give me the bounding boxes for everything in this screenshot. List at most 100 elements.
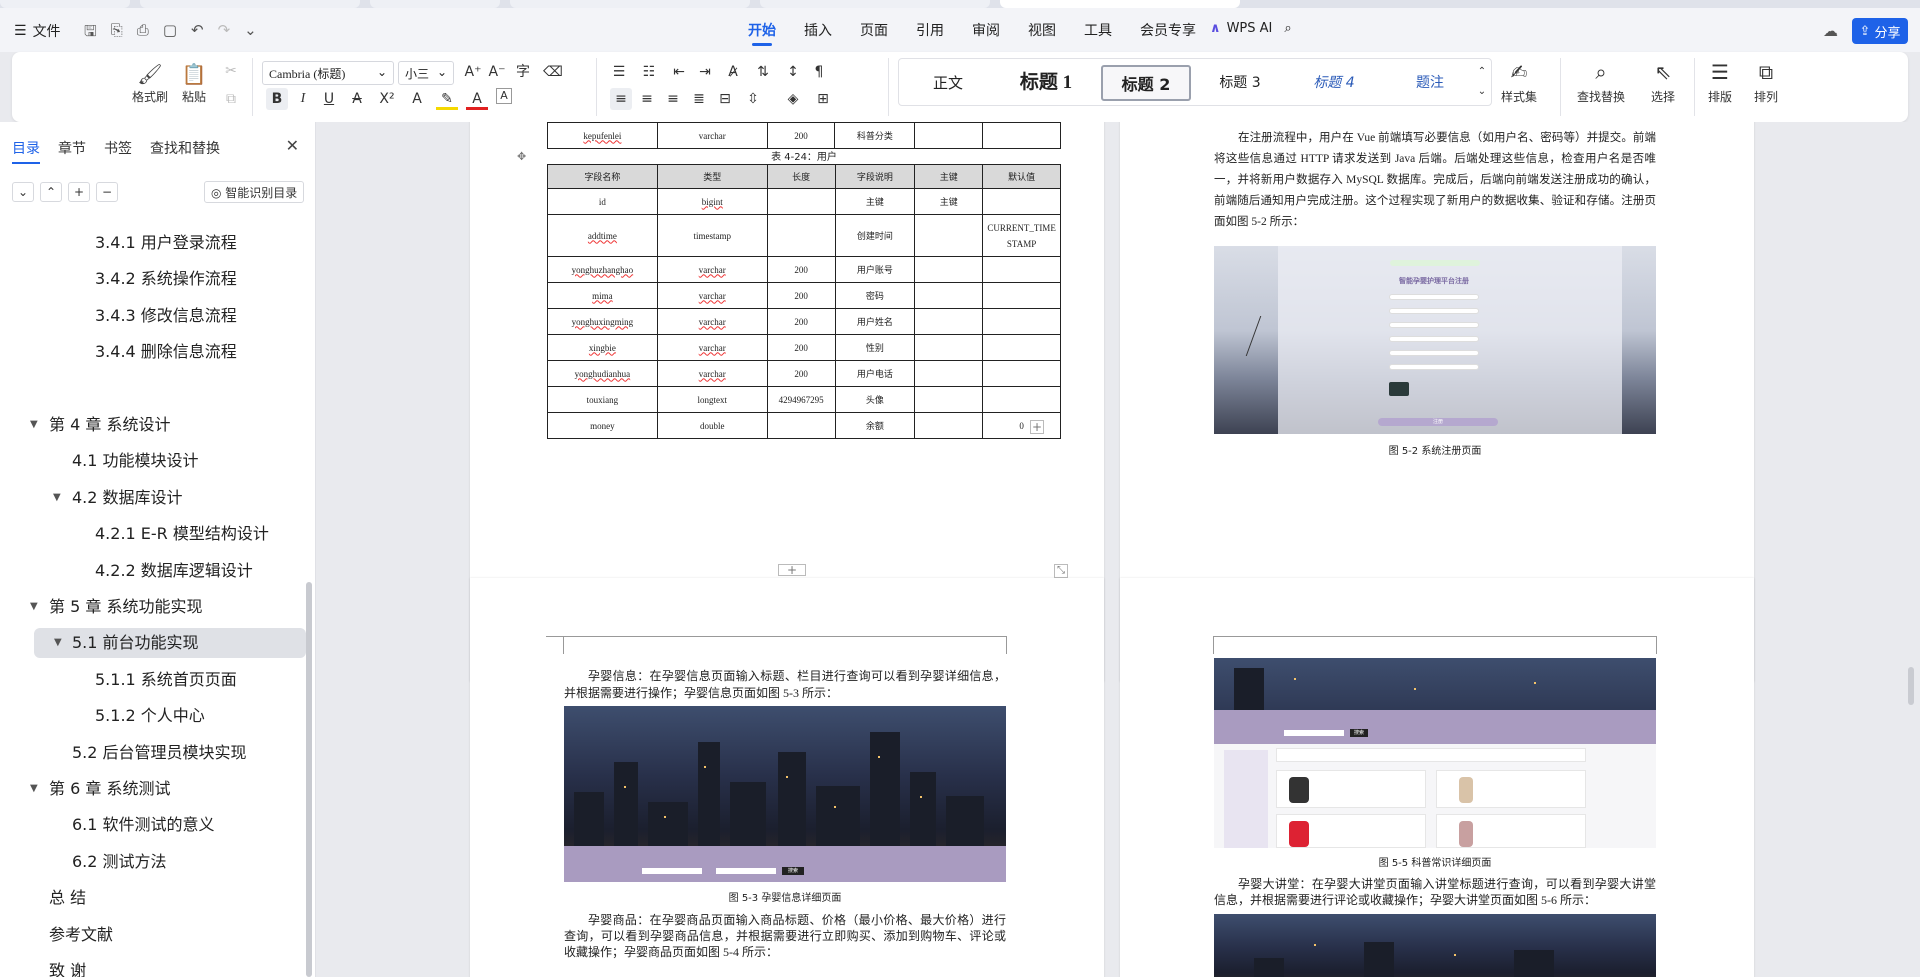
expand-arrow-icon[interactable]: ▼: [53, 483, 61, 513]
browser-tab[interactable]: [760, 0, 990, 8]
style-set-button[interactable]: ✍ 样式集: [1488, 60, 1550, 105]
toc-item[interactable]: 4.2.2 数据库逻辑设计: [0, 556, 304, 586]
toc-item[interactable]: 3.4.2 系统操作流程: [0, 264, 304, 294]
char-border-icon[interactable]: A: [496, 88, 512, 104]
show-marks-icon[interactable]: ¶: [808, 61, 830, 83]
expand-arrow-icon[interactable]: ▼: [30, 410, 38, 440]
tab-bookmarks[interactable]: 书签: [104, 138, 132, 158]
document-scrollbar[interactable]: [1908, 667, 1914, 705]
toc-item[interactable]: 致 谢: [0, 956, 304, 977]
font-color-icon[interactable]: A: [466, 88, 488, 110]
style-heading-4[interactable]: 标题 4: [1289, 65, 1379, 101]
toc-item[interactable]: 参考文献: [0, 920, 304, 950]
sidebar-scrollbar[interactable]: [306, 582, 312, 977]
menu-review[interactable]: 审阅: [958, 20, 1014, 46]
toc-item[interactable]: ▼ 第 6 章 系统测试: [0, 774, 304, 804]
phonetic-icon[interactable]: 字: [512, 61, 534, 83]
decrease-font-icon[interactable]: A⁻: [486, 61, 508, 83]
save-icon[interactable]: 🖫: [84, 21, 97, 46]
chevron-down-icon[interactable]: ⌄: [244, 21, 257, 46]
redo-icon[interactable]: ↷: [218, 21, 231, 46]
paragraph-spacing-icon[interactable]: ⇳: [742, 88, 764, 110]
increase-font-icon[interactable]: A⁺: [462, 61, 484, 83]
bullet-list-icon[interactable]: ☰: [608, 61, 630, 83]
print-preview-icon[interactable]: ▢: [163, 21, 177, 46]
italic-icon[interactable]: I: [292, 88, 314, 110]
menu-start[interactable]: 开始: [734, 20, 790, 46]
add-column-icon[interactable]: +: [1030, 420, 1044, 434]
toc-item[interactable]: 4.1 功能模块设计: [0, 446, 304, 476]
browser-tab[interactable]: [140, 0, 360, 8]
toc-item[interactable]: 4.2.1 E-R 模型结构设计: [0, 519, 304, 549]
toc-item[interactable]: 5.2 后台管理员模块实现: [0, 738, 304, 768]
borders-icon[interactable]: ⊞: [812, 88, 834, 110]
format-painter-button[interactable]: 🖌 格式刷: [128, 60, 172, 105]
menu-page[interactable]: 页面: [846, 20, 902, 46]
toc-item[interactable]: 3.4.4 删除信息流程: [0, 337, 304, 367]
expand-icon[interactable]: ⌃: [40, 182, 62, 202]
font-name-select[interactable]: Cambria (标题) ⌄: [262, 61, 394, 85]
toc-item[interactable]: 5.1.1 系统首页页面: [0, 665, 304, 695]
menu-view[interactable]: 视图: [1014, 20, 1070, 46]
typeset-button[interactable]: ☰ 排版: [1700, 60, 1740, 105]
style-heading-2[interactable]: 标题 2: [1101, 65, 1191, 101]
numbered-list-icon[interactable]: ☷: [638, 61, 660, 83]
search-icon[interactable]: ⌕: [1284, 21, 1291, 36]
text-effect-icon[interactable]: A: [406, 88, 428, 110]
menu-reference[interactable]: 引用: [902, 20, 958, 46]
browser-tab[interactable]: [510, 0, 750, 8]
line-spacing-icon[interactable]: ⇅: [752, 61, 774, 83]
find-replace-button[interactable]: ⌕ 查找替换: [1568, 60, 1634, 105]
toc-item[interactable]: 3.4.1 用户登录流程: [0, 228, 304, 258]
browser-tab[interactable]: [0, 0, 130, 8]
toc-item[interactable]: ▼ 4.2 数据库设计: [0, 483, 304, 513]
style-caption[interactable]: 题注: [1385, 65, 1475, 101]
toc-item[interactable]: 总 结: [0, 883, 304, 913]
tab-chapters[interactable]: 章节: [58, 138, 86, 158]
expand-arrow-icon[interactable]: ▼: [30, 774, 38, 804]
clear-format-icon[interactable]: ⌫: [542, 61, 564, 83]
sort-icon[interactable]: ↕: [782, 61, 804, 83]
increase-indent-icon[interactable]: ⇥: [694, 61, 716, 83]
justify-icon[interactable]: ≣: [688, 88, 710, 110]
menu-insert[interactable]: 插入: [790, 20, 846, 46]
copy-icon[interactable]: ⧉: [220, 88, 242, 110]
menu-tools[interactable]: 工具: [1070, 20, 1126, 46]
smart-toc-button[interactable]: ◎ 智能识别目录: [204, 181, 305, 203]
expand-arrow-icon[interactable]: ▼: [54, 628, 62, 658]
select-button[interactable]: ⇖ 选择: [1640, 60, 1686, 105]
align-center-icon[interactable]: ≡: [636, 88, 658, 110]
bold-icon[interactable]: B: [266, 88, 288, 110]
align-left-icon[interactable]: ≡: [610, 88, 632, 110]
browser-tab[interactable]: [370, 0, 500, 8]
cloud-sync-icon[interactable]: ☁: [1823, 22, 1838, 40]
text-direction-icon[interactable]: A̷: [722, 61, 744, 83]
toc-item[interactable]: 6.2 测试方法: [0, 847, 304, 877]
move-handle-icon[interactable]: ✥: [517, 150, 526, 163]
menu-member[interactable]: 会员专享: [1126, 20, 1210, 46]
file-menu-button[interactable]: ☰ 文件: [14, 21, 61, 41]
browser-tab-active[interactable]: [1000, 0, 1240, 8]
add-row-icon[interactable]: +: [778, 564, 806, 576]
tab-toc[interactable]: 目录: [12, 138, 40, 164]
export-pdf-icon[interactable]: ⎘: [111, 21, 123, 46]
toc-item[interactable]: ▼ 第 4 章 系统设计: [0, 410, 304, 440]
toc-item[interactable]: 5.1.2 个人中心: [0, 701, 304, 731]
decrease-indent-icon[interactable]: ⇤: [668, 61, 690, 83]
font-size-select[interactable]: 小三 ⌄: [398, 61, 454, 85]
strikethrough-icon[interactable]: A: [346, 88, 368, 110]
align-right-icon[interactable]: ≡: [662, 88, 684, 110]
collapse-icon[interactable]: ⌄: [12, 182, 34, 202]
cut-icon[interactable]: ✂: [220, 60, 242, 82]
share-button[interactable]: ⇪ 分享: [1852, 18, 1908, 44]
toc-item[interactable]: ▼ 第 5 章 系统功能实现: [0, 592, 304, 622]
superscript-icon[interactable]: X²: [376, 88, 398, 110]
distribute-icon[interactable]: ⊟: [714, 88, 736, 110]
toc-item-active[interactable]: ▼ 5.1 前台功能实现: [34, 628, 306, 658]
resize-table-icon[interactable]: ⤡: [1054, 564, 1068, 578]
underline-icon[interactable]: U: [318, 88, 340, 110]
expand-arrow-icon[interactable]: ▼: [30, 592, 38, 622]
document-canvas[interactable]: kepufenlei varchar 200 科普分类 ✥ 表 4-24：用户 …: [316, 122, 1920, 977]
toc-item[interactable]: 6.1 软件测试的意义: [0, 810, 304, 840]
style-heading-3[interactable]: 标题 3: [1197, 65, 1283, 101]
